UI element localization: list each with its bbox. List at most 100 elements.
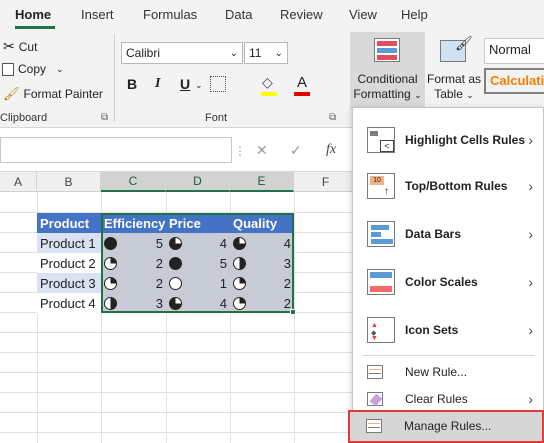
conditional-formatting-menu: < Highlight Cells Rules › 10 ↑ Top/Botto… — [352, 107, 544, 443]
conditional-formatting-icon — [374, 38, 400, 62]
font-family-select[interactable]: Calibri ⌄ — [121, 42, 243, 64]
menu-item-top-bottom-rules[interactable]: 10 ↑ Top/Bottom Rules › — [353, 164, 543, 208]
format-as-table-icon: 🖌 — [440, 35, 473, 62]
tab-help[interactable]: Help — [401, 7, 428, 22]
underline-button[interactable]: U — [180, 76, 190, 92]
table-cell-product[interactable]: Product 2 — [37, 253, 101, 273]
font-color-swatch — [294, 92, 310, 96]
tab-formulas[interactable]: Formulas — [143, 7, 197, 22]
vertical-dots-icon: ⋮ — [234, 144, 246, 158]
menu-label: Data Bars — [405, 227, 462, 241]
menu-label: Manage Rules... — [404, 419, 492, 433]
chevron-down-icon: ⌄ — [274, 47, 283, 59]
format-as-table-label-2: Table — [434, 87, 463, 101]
chevron-right-icon: › — [528, 391, 533, 407]
table-cell-product[interactable]: Product 3 — [37, 273, 101, 293]
menu-item-color-scales[interactable]: Color Scales › — [353, 260, 543, 304]
cancel-icon[interactable]: ✕ — [256, 142, 268, 159]
menu-label: Highlight Cells Rules — [405, 133, 526, 147]
menu-label: Clear Rules — [405, 392, 468, 406]
font-group-label: Font — [205, 112, 228, 124]
clipboard-group-label: Clipboard — [0, 112, 48, 124]
copy-button[interactable]: Copy ⌄ — [2, 62, 64, 76]
italic-button[interactable]: I — [155, 76, 160, 92]
format-as-table-button[interactable]: 🖌 Format as Table ⌄ — [426, 32, 482, 110]
eraser-icon — [367, 392, 383, 407]
menu-label: Color Scales — [405, 275, 478, 289]
menu-label: Top/Bottom Rules — [405, 179, 508, 193]
table-cell-product[interactable]: Product 4 — [37, 293, 101, 313]
menu-item-data-bars[interactable]: Data Bars › — [353, 212, 543, 256]
highlight-cells-icon: < — [367, 127, 395, 153]
new-rule-icon — [367, 365, 383, 379]
table-cell-product[interactable]: Product 1 — [37, 233, 101, 253]
chevron-right-icon: › — [528, 178, 533, 194]
selection-range — [101, 213, 294, 313]
conditional-formatting-label-1: Conditional — [357, 72, 418, 86]
menu-divider — [363, 355, 535, 356]
data-bars-icon — [367, 221, 395, 247]
chevron-down-icon: ⌄ — [414, 90, 422, 100]
format-as-table-label-1: Format as — [426, 72, 481, 86]
insert-function-icon[interactable]: fx — [326, 142, 336, 158]
tab-home[interactable]: Home — [15, 7, 51, 22]
table-header-product[interactable]: Product — [37, 213, 101, 233]
cut-button[interactable]: ✂ Cut — [3, 38, 37, 55]
copy-icon — [2, 62, 14, 76]
style-calculation[interactable]: Calculatio — [484, 68, 544, 94]
menu-item-new-rule[interactable]: New Rule... — [353, 359, 543, 385]
chevron-down-icon: ⌄ — [466, 90, 474, 100]
menu-item-clear-rules[interactable]: Clear Rules › — [353, 386, 543, 412]
tab-review[interactable]: Review — [280, 7, 323, 22]
enter-icon[interactable]: ✓ — [290, 142, 302, 159]
tab-data[interactable]: Data — [225, 7, 252, 22]
menu-item-icon-sets[interactable]: ▲ ◆ ▼ Icon Sets › — [353, 308, 543, 352]
chevron-down-icon: ⌄ — [56, 63, 64, 74]
column-header-b[interactable]: B — [37, 172, 101, 192]
menu-item-highlight-cells-rules[interactable]: < Highlight Cells Rules › — [353, 118, 543, 162]
chevron-down-icon: ⌄ — [229, 47, 238, 59]
fill-color-swatch — [261, 92, 277, 96]
font-family-value: Calibri — [126, 46, 161, 60]
divider — [114, 34, 115, 122]
chevron-right-icon: › — [528, 132, 533, 148]
menu-label: New Rule... — [405, 365, 468, 379]
active-tab-indicator — [15, 26, 55, 29]
menu-label: Icon Sets — [405, 323, 459, 337]
conditional-formatting-label-2: Formatting — [353, 87, 411, 101]
conditional-formatting-button[interactable]: Conditional Formatting ⌄ — [350, 32, 425, 110]
dialog-launcher-icon[interactable]: ⧉ — [329, 112, 336, 123]
top-bottom-icon: 10 ↑ — [367, 173, 395, 199]
column-header-e[interactable]: E — [230, 172, 294, 192]
copy-label: Copy — [18, 62, 47, 76]
font-size-value: 11 — [249, 46, 262, 60]
ribbon-tabs: Home Insert Formulas Data Review View He… — [0, 0, 544, 30]
chevron-right-icon: › — [528, 226, 533, 242]
name-box[interactable] — [0, 137, 232, 163]
cut-label: Cut — [18, 39, 38, 54]
column-header-a[interactable]: A — [0, 172, 37, 192]
column-header-f[interactable]: F — [294, 172, 358, 192]
dialog-launcher-icon[interactable]: ⧉ — [101, 112, 108, 123]
format-painter-button[interactable]: 🖌 Format Painter — [3, 86, 103, 102]
scissors-icon: ✂ — [3, 38, 15, 54]
font-color-icon[interactable]: A — [297, 74, 307, 91]
chevron-right-icon: › — [528, 322, 533, 338]
font-size-select[interactable]: 11 ⌄ — [244, 42, 288, 64]
style-normal[interactable]: Normal — [484, 38, 544, 64]
tab-insert[interactable]: Insert — [81, 7, 114, 22]
bold-button[interactable]: B — [127, 76, 137, 92]
menu-item-manage-rules[interactable]: Manage Rules... — [352, 412, 542, 440]
gridline — [294, 192, 295, 443]
tab-view[interactable]: View — [349, 7, 377, 22]
paintbrush-icon: 🖌 — [3, 86, 20, 101]
fill-color-icon[interactable]: ◇ — [262, 74, 273, 91]
format-painter-label: Format Painter — [23, 87, 103, 101]
column-header-c[interactable]: C — [101, 172, 166, 192]
color-scales-icon — [367, 269, 395, 295]
chevron-down-icon[interactable]: ⌄ — [195, 80, 203, 91]
column-header-d[interactable]: D — [166, 172, 230, 192]
borders-icon[interactable] — [210, 76, 226, 92]
fill-handle[interactable] — [290, 309, 296, 315]
manage-rules-icon — [366, 419, 382, 433]
